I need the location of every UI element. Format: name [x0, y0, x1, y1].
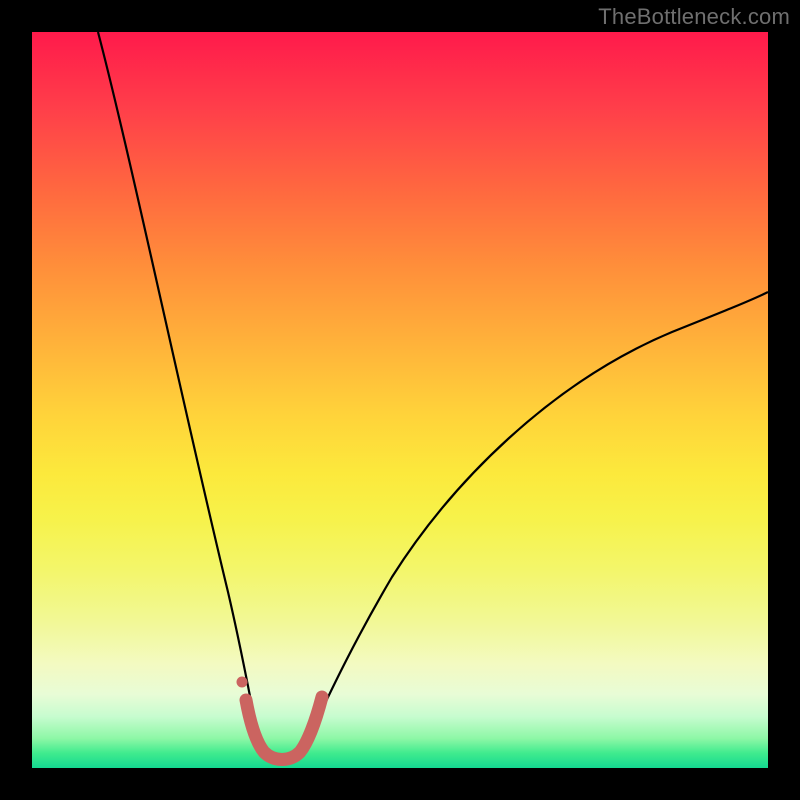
- curve-right-branch: [304, 292, 768, 747]
- curve-left-branch: [98, 32, 260, 747]
- chart-svg: [32, 32, 768, 768]
- watermark-text: TheBottleneck.com: [598, 4, 790, 30]
- highlight-band: [246, 697, 322, 760]
- plot-area: [32, 32, 768, 768]
- highlight-dot: [237, 677, 248, 688]
- chart-frame: TheBottleneck.com: [0, 0, 800, 800]
